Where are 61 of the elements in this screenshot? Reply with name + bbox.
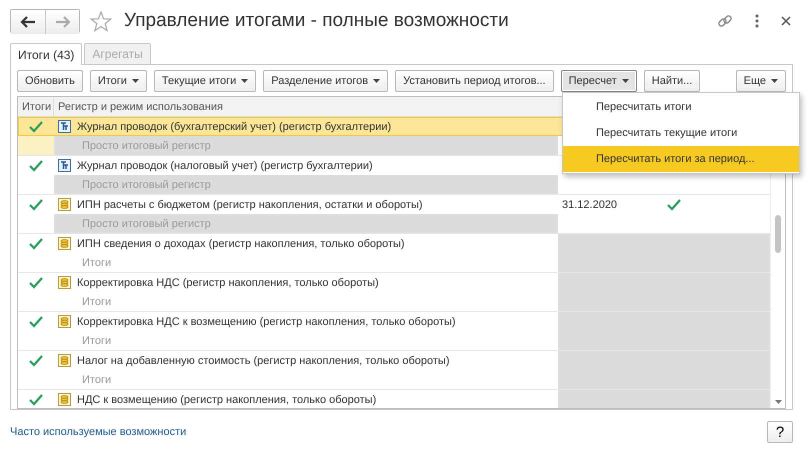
usage-mode: Итоги [81, 372, 112, 388]
toolbar-button[interactable]: Итоги [90, 70, 147, 92]
usage-mode: Просто итоговый регистр [54, 136, 558, 155]
coins-icon [58, 354, 71, 367]
register-name: ИПН расчеты с бюджетом (регистр накопления, остатки и обороты) [77, 198, 423, 210]
toolbar-button[interactable]: Установить период итогов... [395, 70, 554, 92]
menu-item[interactable]: Пересчитать итоги за период... [563, 146, 799, 172]
row-selection-cell [18, 136, 54, 155]
register-icon [58, 159, 71, 172]
coins-icon [58, 315, 71, 328]
coins-icon [58, 237, 71, 250]
register-name: Журнал проводок (бухгалтерский учет) (регистр бухгалтерии) [77, 120, 392, 132]
close-icon[interactable] [781, 16, 791, 26]
table-row[interactable]: ИПН сведения о доходах (регистр накопления, только обороты) [18, 234, 770, 253]
back-arrow-icon [20, 16, 36, 28]
caret-icon [622, 79, 629, 83]
column-header: Итоги [18, 97, 54, 116]
table-row[interactable]: Налог на добавленную стоимость (регистр накопления, только обороты) [18, 351, 770, 370]
usage-mode: Итоги [81, 334, 112, 348]
column-header: Регистр и режим использования [57, 100, 224, 114]
table-row[interactable]: Корректировка НДС (регистр накопления, только обороты) [18, 273, 770, 292]
register-name: Налог на добавленную стоимость (регистр накопления, только обороты) [77, 354, 450, 366]
frequent-features-link[interactable]: Часто используемые возможности [10, 426, 186, 438]
register-name: НДС к возмещению (регистр накопления, только обороты) [77, 394, 376, 406]
toolbar-button[interactable]: Текущие итоги [154, 70, 256, 92]
usage-mode: Просто итоговый регистр [54, 214, 558, 233]
toolbar-button[interactable]: Обновить [17, 70, 83, 92]
scrollbar-thumb[interactable] [775, 215, 781, 253]
usage-mode: Итоги [81, 294, 112, 310]
back-button[interactable] [11, 10, 45, 34]
coins-icon [58, 393, 71, 406]
menu-item[interactable]: Пересчитать итоги [563, 94, 799, 120]
register-name: Корректировка НДС к возмещению (регистр накопления, только обороты) [77, 316, 456, 328]
more-icon[interactable] [755, 14, 759, 28]
usage-mode: Просто итоговый регистр [54, 175, 558, 194]
toolbar-button[interactable]: Найти... [644, 70, 700, 92]
period-date: 31.12.2020 [562, 198, 618, 210]
table-row[interactable]: Корректировка НДС к возмещению (регистр накопления, только обороты) [18, 312, 770, 331]
table-row[interactable]: НДС к возмещению (регистр накопления, только обороты) [18, 390, 770, 408]
register-name: Корректировка НДС (регистр накопления, только обороты) [77, 276, 379, 288]
coins-icon [58, 198, 71, 211]
caret-icon [132, 79, 139, 83]
link-icon[interactable] [717, 13, 733, 29]
toolbar-button[interactable]: Пересчет [560, 70, 637, 92]
register-name: Журнал проводок (налоговый учет) (регистр бухгалтерии) [77, 160, 373, 172]
register-icon [58, 120, 71, 133]
help-button[interactable]: ? [767, 421, 793, 443]
coins-icon [58, 276, 71, 289]
usage-mode: Итоги [81, 256, 112, 270]
table-row[interactable]: ИПН расчеты с бюджетом (регистр накопления, остатки и обороты) 31.12.2020 [18, 195, 770, 214]
caret-icon [373, 79, 380, 83]
register-name: ИПН сведения о доходах (регистр накопления, только обороты) [77, 238, 405, 250]
star-icon[interactable] [90, 10, 112, 32]
toolbar-button[interactable]: Разделение итогов [263, 70, 388, 92]
caret-icon [771, 79, 778, 83]
tab[interactable]: Итоги (43) [10, 43, 82, 65]
window-title: Управление итогами - полные возможности [124, 10, 510, 32]
scroll-down-icon[interactable] [774, 400, 782, 404]
caret-icon [241, 79, 248, 83]
more-button[interactable]: Еще [736, 70, 786, 92]
forward-arrow-icon [54, 16, 70, 28]
